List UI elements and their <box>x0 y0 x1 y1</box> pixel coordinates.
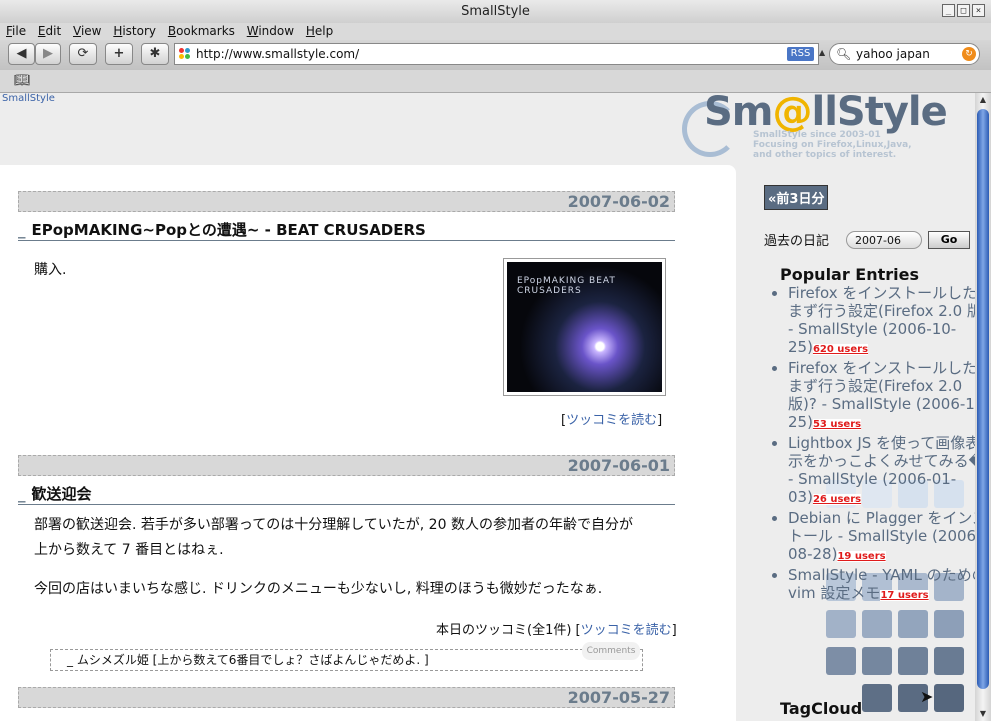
menu-view[interactable]: View <box>73 23 101 40</box>
bug-icon: ✱ <box>149 46 161 61</box>
bookmark-users-count[interactable]: 26 users <box>812 494 862 505</box>
minimize-button[interactable]: _ <box>942 4 955 17</box>
new-tab-button[interactable]: + <box>105 43 133 65</box>
entry-date[interactable]: 2007-06-01 <box>18 455 675 476</box>
maximize-button[interactable]: □ <box>957 4 970 17</box>
scroll-down-arrow-icon[interactable]: ▼ <box>975 707 991 721</box>
entry-body: 購入. <box>34 262 67 278</box>
entry-body-line: 部署の歓送迎会. 若手が多い部署ってのは十分理解していたが, 20 数人の参加者… <box>34 517 633 533</box>
prev-3-days-button[interactable]: «前3日分 <box>764 185 829 210</box>
back-icon: ◀ <box>16 46 27 61</box>
site-home-link[interactable]: SmallStyle <box>2 93 55 104</box>
entry-body-line: 今回の店はいまいちな感じ. ドリンクのメニューも少ないし, 料理のほうも微妙だっ… <box>34 581 603 597</box>
forward-button[interactable]: ▶ <box>35 43 61 65</box>
window-controls: _ □ × <box>942 4 985 17</box>
page-content: SmallStyle Sm@llStyle SmallStyle since 2… <box>0 93 975 721</box>
window-titlebar: SmallStyle _ □ × <box>0 0 991 24</box>
read-comments-link[interactable]: ツッコミを読む <box>581 623 672 638</box>
scrollbar-thumb[interactable] <box>977 109 989 689</box>
menu-bookmarks[interactable]: Bookmarks <box>168 23 235 40</box>
forward-icon: ▶ <box>43 46 53 61</box>
list-item: Firefox をインストールしたらまず行う設定(Firefox 2.0 版)?… <box>788 359 975 434</box>
url-text: http://www.smallstyle.com/ <box>196 47 360 61</box>
scroll-up-arrow-icon[interactable]: ▲ <box>975 93 991 107</box>
entry-anchor[interactable]: _ <box>18 485 26 503</box>
rss-feed-button[interactable]: RSS <box>787 47 814 61</box>
bookmark-users-count[interactable]: 17 users <box>880 590 929 601</box>
bookmark-users-count[interactable]: 53 users <box>812 419 862 430</box>
entry-anchor[interactable]: _ <box>18 221 26 239</box>
read-comments: [ツッコミを読む] <box>561 413 663 428</box>
entry-date[interactable]: 2007-05-27 <box>18 687 675 708</box>
feed-dropdown-icon[interactable]: ▲ <box>819 48 825 57</box>
list-item: Lightbox JS を使って画像表示をかっこよくみせてみる� - Small… <box>788 434 975 509</box>
search-icon[interactable]: 🔍︎ <box>836 44 851 64</box>
main-column: 2007-06-02 _ EPopMAKING~Popとの遭遇~ - BEAT C… <box>0 165 736 721</box>
list-item: Firefox をインストールしたらまず行う設定(Firefox 2.0 版) … <box>788 284 975 359</box>
comment-summary: 本日のツッコミ(全1件) [ツッコミを読む] <box>436 623 677 638</box>
close-button[interactable]: × <box>972 4 985 17</box>
popular-entries-heading: Popular Entries <box>780 265 920 284</box>
comment-text: [上から数えて6番目でしょ？さばよんじゃだめよ. ] <box>152 653 429 667</box>
firebug-button[interactable]: ✱ <box>141 43 169 65</box>
go-button[interactable]: Go <box>928 231 970 249</box>
bookmarks-toolbar: 📖︎ <box>0 70 991 93</box>
entry-body-line: 上から数えて 7 番目とはねぇ. <box>34 542 224 558</box>
search-input[interactable]: yahoo japan <box>856 44 930 64</box>
menu-window[interactable]: Window <box>247 23 294 40</box>
site-logo[interactable]: Sm@llStyle SmallStyle since 2003-01 Focu… <box>682 93 975 163</box>
site-favicon <box>179 48 191 60</box>
bookmark-users-count[interactable]: 620 users <box>812 344 869 355</box>
month-select[interactable]: 2007-06 <box>846 231 922 249</box>
album-cover-image[interactable]: EPopMAKING BEAT CRUSADERS <box>503 258 666 396</box>
search-go-icon[interactable]: ↻ <box>962 47 976 61</box>
reload-button[interactable]: ⟳ <box>69 43 97 65</box>
entry-title: _ EPopMAKING~Popとの遭遇~ - BEAT CRUSADERS <box>18 221 675 241</box>
menu-help[interactable]: Help <box>306 23 333 40</box>
window-title: SmallStyle <box>461 4 530 19</box>
read-comments-link[interactable]: ツッコミを読む <box>566 413 657 428</box>
popular-entries-list: Firefox をインストールしたらまず行う設定(Firefox 2.0 版) … <box>770 284 975 605</box>
entry-date[interactable]: 2007-06-02 <box>18 191 675 212</box>
menu-bar: File Edit View History Bookmarks Window … <box>0 23 991 40</box>
navigation-toolbar: ◀ ▶ ⟳ + ✱ http://www.smallstyle.com/ RSS… <box>0 40 991 70</box>
search-box[interactable]: 🔍︎ yahoo japan ↻ <box>829 43 980 65</box>
mouse-cursor-icon: ➤ <box>920 687 934 706</box>
sidebar: «前3日分 過去の日記 2007-06 Go Popular Entries F… <box>744 165 975 721</box>
comment-item: _ ムシメズル姫 [上から数えて6番目でしょ？さばよんじゃだめよ. ] <box>50 649 643 671</box>
logo-tagline: SmallStyle since 2003-01 Focusing on Fir… <box>753 130 912 160</box>
past-diary-label: 過去の日記 <box>764 234 830 249</box>
vertical-scrollbar[interactable]: ▲ ▼ <box>975 93 991 721</box>
url-bar[interactable]: http://www.smallstyle.com/ RSS <box>174 43 819 65</box>
menu-edit[interactable]: Edit <box>38 23 61 40</box>
logo-brand: Sm@llStyle <box>704 93 948 135</box>
list-item: Debian に Plagger をインストール - SmallStyle (2… <box>788 509 975 566</box>
tagcloud-heading: TagCloud <box>780 699 863 718</box>
back-button[interactable]: ◀ <box>8 43 35 65</box>
plus-icon: + <box>113 46 125 61</box>
menu-history[interactable]: History <box>113 23 156 40</box>
comments-bubble: Comments <box>582 642 640 660</box>
album-cover-text: EPopMAKING BEAT CRUSADERS <box>517 276 616 296</box>
book-icon[interactable]: 📖︎ <box>14 73 31 88</box>
bookmark-users-count[interactable]: 19 users <box>837 551 886 562</box>
list-item: SmallStyle - YAML のための vim 設定メモ17 users <box>788 566 975 605</box>
reload-icon: ⟳ <box>77 46 89 61</box>
comment-author[interactable]: ムシメズル姫 <box>77 653 149 667</box>
entry-title: _ 歓送迎会 <box>18 485 675 505</box>
menu-file[interactable]: File <box>6 23 26 40</box>
